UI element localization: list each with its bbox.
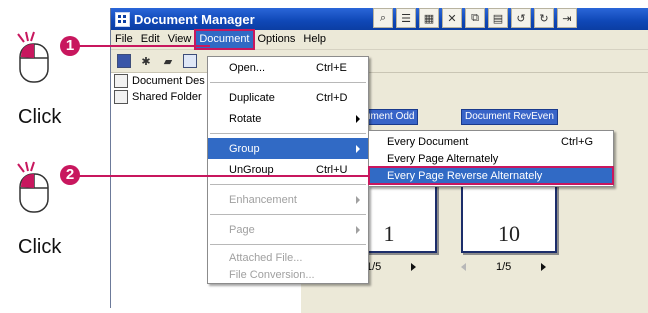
document-menu: Open... Ctrl+E Duplicate Ctrl+D Rotate G… — [207, 56, 369, 284]
rotate-right-icon[interactable]: ↻ — [534, 8, 554, 28]
submenu-item-every-page-reverse-alternately[interactable]: Every Page Reverse Alternately — [368, 166, 614, 185]
submenu-item-every-page-alternately[interactable]: Every Page Alternately — [369, 150, 613, 167]
doc1-tab[interactable]: ument Odd — [361, 109, 419, 125]
app-icon — [115, 11, 130, 27]
menu-item-attached-file[interactable]: Attached File... — [208, 249, 368, 266]
submenu-arrow-icon — [356, 195, 360, 204]
menu-item-label: Every Page Alternately — [387, 152, 499, 165]
menu-separator — [210, 184, 366, 185]
menu-item-label: Every Document — [387, 135, 469, 148]
menu-item-label: File Conversion... — [229, 268, 315, 281]
menu-item-label: Page — [229, 223, 255, 236]
menu-separator — [210, 82, 366, 83]
next-page-icon[interactable] — [411, 263, 417, 271]
menu-item-label: UnGroup — [229, 163, 274, 176]
doc2-page-number: 10 — [498, 221, 520, 246]
menu-separator — [210, 244, 366, 245]
step-2-badge: 2 — [60, 165, 80, 185]
mouse-icon-1 — [14, 30, 54, 86]
prev-page-icon[interactable] — [461, 263, 466, 271]
menu-item-duplicate[interactable]: Duplicate Ctrl+D — [208, 87, 368, 108]
flip-icon[interactable]: ⇥ — [557, 8, 577, 28]
menu-item-label: Group — [229, 142, 260, 155]
step-1-badge: 1 — [60, 36, 80, 56]
toolbar: ✱ ▰ ⌕ ☰ ▦ ✕ ⧉ ▤ ↺ ↻ ⇥ — [111, 8, 648, 73]
callout-line-2 — [76, 175, 368, 177]
window-title: Document Manager — [134, 11, 255, 27]
menu-item-page[interactable]: Page — [208, 219, 368, 240]
menu-item-rotate[interactable]: Rotate — [208, 108, 368, 129]
menu-item-label: Attached File... — [229, 251, 303, 264]
menu-item-label: Every Page Reverse Alternately — [387, 169, 543, 182]
submenu-arrow-icon — [356, 114, 360, 123]
menu-item-label: Enhancement — [229, 193, 297, 206]
paste-icon[interactable]: ▤ — [488, 8, 508, 28]
menu-item-open[interactable]: Open... Ctrl+E — [208, 57, 368, 78]
menu-item-enhancement[interactable]: Enhancement — [208, 189, 368, 210]
menu-item-group[interactable]: Group — [208, 138, 368, 159]
copy-icon[interactable]: ⧉ — [465, 8, 485, 28]
mouse-icon-2 — [14, 160, 54, 216]
menu-separator — [210, 214, 366, 215]
document-desk-icon — [114, 74, 128, 88]
content-area: Document Des Shared Folder ument Odd 1 1… — [111, 73, 648, 313]
menu-item-shortcut: Ctrl+G — [561, 135, 594, 148]
doc2-pager: 1/5 — [461, 261, 547, 273]
menu-item-label: Open... — [229, 61, 266, 74]
doc2-page-counter: 1/5 — [496, 261, 512, 273]
menu-item-label: Duplicate — [229, 91, 275, 104]
click-label-1: Click — [18, 106, 62, 128]
toolbar-right-group: ⌕ ☰ ▦ ✕ ⧉ ▤ ↺ ↻ ⇥ — [373, 8, 580, 28]
menu-item-file-conversion[interactable]: File Conversion... — [208, 266, 368, 283]
tree-item-label: Shared Folder — [132, 91, 202, 103]
callout-line-1 — [76, 45, 210, 47]
submenu-arrow-icon — [356, 225, 360, 234]
thumbnail-view-icon[interactable]: ▦ — [419, 8, 439, 28]
print-icon[interactable] — [181, 52, 199, 70]
next-page-icon[interactable] — [541, 263, 547, 271]
shared-folder-icon — [114, 90, 128, 104]
save-icon[interactable] — [115, 52, 133, 70]
doc2-tab[interactable]: Document RevEven — [461, 109, 558, 125]
menu-item-shortcut: Ctrl+U — [316, 163, 348, 176]
menu-item-label: Rotate — [229, 112, 262, 125]
submenu-item-every-document[interactable]: Every Document Ctrl+G — [369, 133, 613, 150]
menu-separator — [210, 133, 366, 134]
menu-help[interactable]: Help — [299, 30, 330, 49]
rotate-left-icon[interactable]: ↺ — [511, 8, 531, 28]
list-view-icon[interactable]: ☰ — [396, 8, 416, 28]
new-icon[interactable]: ✱ — [137, 52, 155, 70]
zoom-icon[interactable]: ⌕ — [373, 8, 393, 28]
group-submenu: Every Document Ctrl+G Every Page Alterna… — [368, 130, 614, 187]
submenu-arrow-icon — [356, 144, 360, 153]
open-folder-icon[interactable]: ▰ — [159, 52, 177, 70]
delete-icon[interactable]: ✕ — [442, 8, 462, 28]
tree-item-label: Document Des — [132, 75, 205, 87]
menu-item-shortcut: Ctrl+E — [316, 61, 347, 74]
menu-bar: File Edit View Document Options Help — [111, 29, 648, 50]
menu-item-shortcut: Ctrl+D — [316, 91, 348, 104]
click-label-2: Click — [18, 236, 62, 258]
menu-options[interactable]: Options — [254, 30, 300, 49]
